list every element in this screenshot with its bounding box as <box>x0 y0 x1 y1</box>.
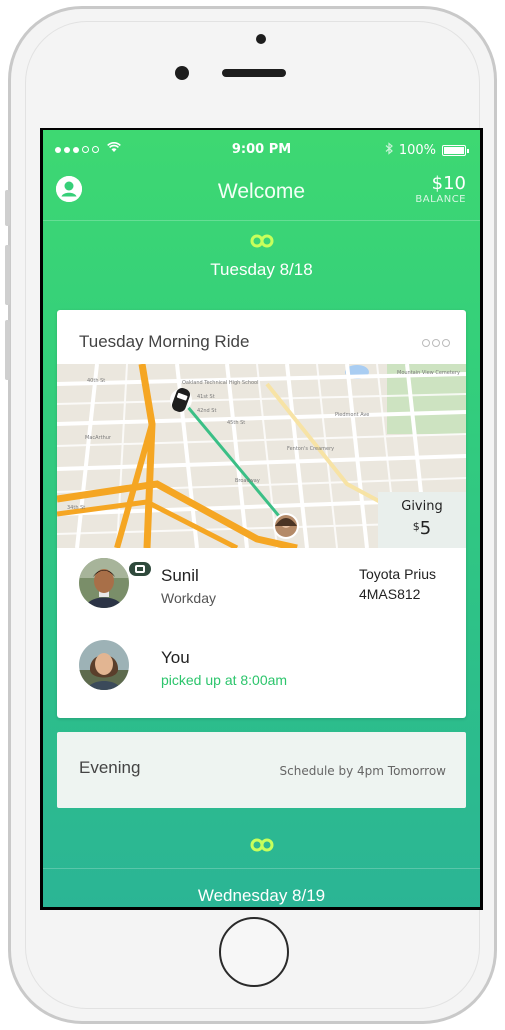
evening-ride-card[interactable]: Evening Schedule by 4pm Tomorrow <box>57 732 466 808</box>
map-label-cemetery: Mountain View Cemetery <box>397 370 460 376</box>
proximity-sensor <box>175 66 189 80</box>
volume-down-button <box>5 320 10 380</box>
home-button[interactable] <box>219 917 289 987</box>
balance-label: BALANCE <box>415 194 466 205</box>
app-view: 9:00 PM 100% Welcome $10 BALANCE Tuesday… <box>43 130 480 907</box>
driver-company: Workday <box>161 590 216 606</box>
day-divider <box>43 868 480 869</box>
map-label-macarthur: MacArthur <box>85 435 112 441</box>
evening-title: Evening <box>79 758 141 777</box>
ride-title: Tuesday Morning Ride <box>79 332 250 351</box>
map-label-41st: 41st St <box>197 394 215 400</box>
map-label-creamery: Fenton's Creamery <box>287 446 334 452</box>
carpool-link-icon <box>250 234 274 248</box>
map-label-40th: 40th St <box>87 378 105 384</box>
route-map[interactable]: Oakland Technical High School MacArthur … <box>57 364 466 548</box>
driver-avatar <box>79 558 129 608</box>
status-bar: 9:00 PM 100% <box>43 130 480 170</box>
rider-avatar <box>79 640 129 690</box>
balance-display[interactable]: $10 BALANCE <box>415 173 466 206</box>
map-label-school: Oakland Technical High School <box>182 380 259 386</box>
day-title-tuesday: Tuesday 8/18 <box>210 260 313 279</box>
giving-badge: Giving $5 <box>378 492 466 548</box>
map-label-broadway: Broadway <box>235 478 260 484</box>
driver-name: Sunil <box>161 566 199 585</box>
evening-schedule-hint: Schedule by 4pm Tomorrow <box>279 764 446 778</box>
rider-name: You <box>161 648 190 667</box>
map-label-42nd: 42nd St <box>197 408 216 414</box>
bluetooth-icon <box>385 142 393 159</box>
rider-location-marker <box>273 513 299 539</box>
phone-screen: 9:00 PM 100% Welcome $10 BALANCE Tuesday… <box>40 128 483 910</box>
driver-row[interactable]: Sunil Workday Toyota Prius 4MAS812 <box>57 548 466 626</box>
app-header: Welcome $10 BALANCE <box>43 170 480 216</box>
volume-up-button <box>5 245 10 305</box>
car-model: Toyota Prius <box>358 566 436 582</box>
map-label-piedmont: Piedmont Ave <box>335 412 369 418</box>
front-camera <box>256 34 266 44</box>
earpiece-speaker <box>222 69 286 77</box>
vehicle-info: Toyota Prius 4MAS812 <box>359 564 436 604</box>
ride-card[interactable]: Tuesday Morning Ride Oakland Technical H… <box>57 310 466 718</box>
pickup-status: picked up at 8:00am <box>161 672 288 688</box>
balance-amount: $10 <box>431 173 466 194</box>
driver-car-icon <box>129 562 151 576</box>
more-options-button[interactable] <box>422 339 450 347</box>
day-divider <box>43 220 480 221</box>
carpool-link-icon <box>250 838 274 852</box>
license-plate: 4MAS812 <box>358 586 421 602</box>
day-title-wednesday: Wednesday 8/19 <box>197 886 326 905</box>
rider-row[interactable]: You picked up at 8:00am <box>57 630 466 708</box>
giving-label: Giving <box>401 499 443 514</box>
battery-percentage: 100% <box>398 143 436 158</box>
battery-icon <box>442 145 469 156</box>
map-label-45th: 45th St <box>227 420 245 426</box>
map-label-34th: 34th St <box>67 505 85 511</box>
mute-switch <box>5 190 10 226</box>
giving-amount: $5 <box>412 518 432 539</box>
